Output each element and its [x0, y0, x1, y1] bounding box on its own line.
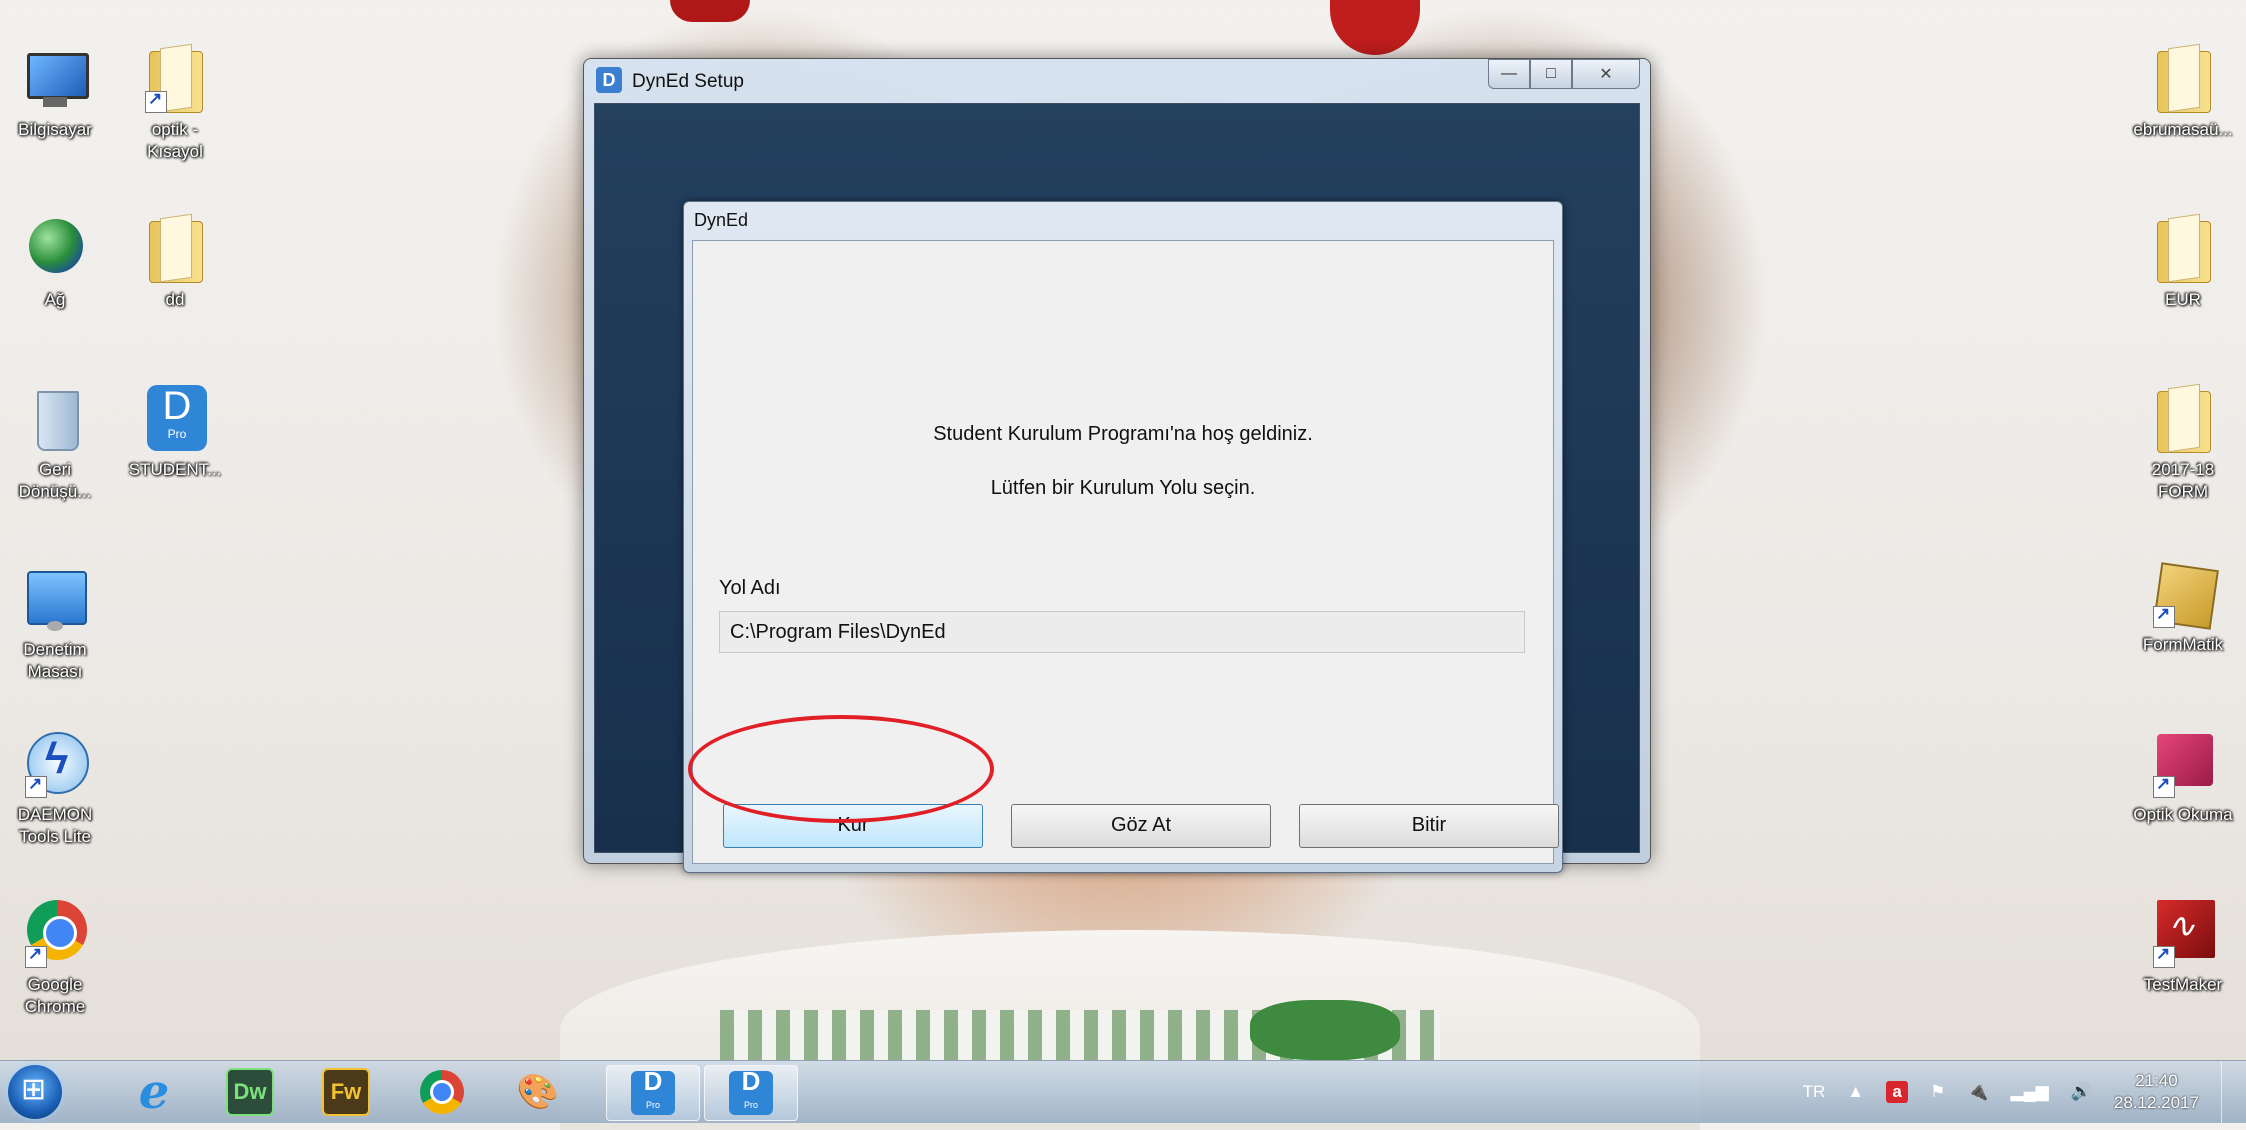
- desktop-icon-label: DAEMON Tools Lite: [17, 805, 93, 846]
- desktop-icon-label: Google Chrome: [24, 975, 86, 1016]
- power-plug-icon[interactable]: 🔌: [1967, 1082, 1988, 1102]
- desktop-icon-testmaker[interactable]: ∿ TestMaker: [2120, 900, 2246, 996]
- desktop-icon-label: Bilgisayar: [18, 120, 92, 139]
- desktop-icon-optik-shortcut[interactable]: optik - Kısayol: [120, 45, 230, 163]
- desktop-icon-control-panel[interactable]: Denetim Masası: [0, 565, 110, 683]
- dyned-letter: D: [162, 384, 192, 428]
- red-highlight-circle: [688, 715, 994, 823]
- testmaker-icon: ∿: [2149, 900, 2217, 968]
- desktop-icon-label: 2017-18 FORM: [2151, 460, 2215, 501]
- taskbar-fireworks[interactable]: Fw: [300, 1065, 392, 1119]
- instruction-text: Lütfen bir Kurulum Yolu seçin.: [990, 477, 1256, 499]
- desktop-icon-label: Optik Okuma: [2133, 805, 2233, 824]
- desktop-icon-label: Ağ: [44, 290, 66, 309]
- window-controls: — □ ✕: [1488, 59, 1640, 89]
- desktop-icon-eur[interactable]: EUR: [2120, 215, 2246, 311]
- shortcut-arrow-icon: [2153, 604, 2175, 628]
- start-button[interactable]: [8, 1065, 62, 1119]
- flag-action-center-icon[interactable]: ⚑: [1930, 1082, 1945, 1102]
- desktop-icon-label: Denetim Masası: [23, 640, 87, 681]
- desktop-icon-chrome[interactable]: Google Chrome: [0, 900, 110, 1018]
- desktop-icon-label: TestMaker: [2143, 975, 2223, 994]
- control-panel-icon: [21, 565, 89, 633]
- shortcut-arrow-icon: [2153, 774, 2175, 798]
- desktop-icon-label: Geri Dönüşü...: [18, 460, 92, 501]
- wallpaper-hairclip: [670, 0, 750, 22]
- taskbar-dreamweaver[interactable]: Dw: [204, 1065, 296, 1119]
- pro-badge: Pro: [167, 427, 187, 441]
- browse-button[interactable]: Göz At: [1011, 804, 1271, 848]
- desktop-icon-network[interactable]: Ağ: [0, 215, 110, 311]
- dyned-pro-icon: D Pro: [141, 385, 209, 453]
- desktop-icon-2017-18-form[interactable]: 2017-18 FORM: [2120, 385, 2246, 503]
- maximize-button[interactable]: □: [1530, 59, 1572, 89]
- network-globe-icon: [21, 215, 89, 283]
- desktop-icon-daemon-tools[interactable]: ϟ DAEMON Tools Lite: [0, 730, 110, 848]
- daemon-lightning-icon: ϟ: [21, 730, 89, 798]
- desktop-icon-optik-okuma[interactable]: Optik Okuma: [2120, 730, 2246, 826]
- desktop-icon-label: EUR: [2165, 290, 2201, 309]
- avira-icon[interactable]: a: [1886, 1081, 1909, 1103]
- desktop-icon-student-pro[interactable]: D Pro STUDENT...: [120, 385, 230, 481]
- desktop-icon-label: dd: [165, 290, 185, 309]
- path-label: Yol Adı: [719, 577, 781, 599]
- show-desktop-button[interactable]: [2221, 1061, 2236, 1123]
- dyned-pro-icon: D Pro: [729, 1068, 773, 1115]
- taskbar-chrome[interactable]: [396, 1065, 488, 1119]
- folder-icon: [2149, 385, 2217, 453]
- show-hidden-icons-chevron-icon[interactable]: ▲: [1847, 1082, 1864, 1102]
- taskbar-ie[interactable]: e: [108, 1064, 200, 1120]
- taskbar-dyned-pro-2[interactable]: D Pro: [704, 1065, 798, 1121]
- recycle-bin-icon: [21, 385, 89, 453]
- window-title: DynEd Setup: [632, 71, 744, 92]
- chrome-icon: [21, 900, 89, 968]
- dyned-app-icon: D: [596, 67, 622, 93]
- system-tray: TR ▲ a ⚑ 🔌 ▂▄▆ 🔊 21:40 28.12.2017: [1803, 1061, 2236, 1123]
- wallpaper-bow: [1250, 1000, 1400, 1060]
- taskbar: e Dw Fw 🎨 DPro DPro TR ▲ a ⚑ 🔌 ▂▄▆ 🔊 21:…: [0, 1060, 2246, 1123]
- close-button[interactable]: ✕: [1572, 59, 1640, 89]
- dreamweaver-icon: Dw: [226, 1068, 274, 1116]
- wallpaper-hairclip: [1330, 0, 1420, 55]
- desktop-icon-label: STUDENT...: [128, 460, 222, 479]
- desktop-icon-dd-folder[interactable]: dd: [120, 215, 230, 311]
- finish-button[interactable]: Bitir: [1299, 804, 1559, 848]
- desktop-icon-label: FormMatik: [2142, 635, 2224, 654]
- desktop-icon-label: optik - Kısayol: [147, 120, 203, 161]
- folder-icon: [141, 45, 209, 113]
- volume-speaker-icon[interactable]: 🔊: [2071, 1082, 2092, 1102]
- shortcut-arrow-icon: [25, 774, 47, 798]
- minimize-button[interactable]: —: [1488, 59, 1530, 89]
- desktop-icon-computer[interactable]: Bilgisayar: [0, 45, 110, 141]
- folder-icon: [2149, 45, 2217, 113]
- language-indicator[interactable]: TR: [1803, 1082, 1826, 1102]
- clock-date: 28.12.2017: [2113, 1093, 2199, 1112]
- fireworks-icon: Fw: [322, 1068, 370, 1116]
- optik-okuma-icon: [2149, 730, 2217, 798]
- paint-palette-icon: 🎨: [516, 1073, 560, 1111]
- network-signal-icon[interactable]: ▂▄▆: [2011, 1082, 2049, 1102]
- taskbar-paint[interactable]: 🎨: [492, 1065, 584, 1119]
- computer-icon: [21, 45, 89, 113]
- dyned-pro-icon: D Pro: [631, 1068, 675, 1115]
- ie-icon: e: [138, 1064, 170, 1120]
- taskbar-dyned-pro-1[interactable]: D Pro: [606, 1065, 700, 1121]
- formmatik-icon: [2149, 560, 2219, 630]
- clock-time: 21:40: [2135, 1071, 2178, 1090]
- chrome-icon: [420, 1070, 464, 1114]
- shortcut-arrow-icon: [145, 89, 167, 113]
- shortcut-arrow-icon: [25, 944, 47, 968]
- folder-icon: [141, 215, 209, 283]
- shortcut-arrow-icon: [2153, 944, 2175, 968]
- desktop-icon-recycle-bin[interactable]: Geri Dönüşü...: [0, 385, 110, 503]
- desktop-icon-formmatik[interactable]: FormMatik: [2120, 560, 2246, 656]
- desktop-icon-ebrumasau[interactable]: ebrumasaü...: [2120, 45, 2246, 141]
- install-path-input[interactable]: [719, 611, 1525, 653]
- desktop-icon-label: ebrumasaü...: [2133, 120, 2233, 139]
- welcome-text: Student Kurulum Programı'na hoş geldiniz…: [933, 423, 1313, 445]
- dialog-title: DynEd: [694, 210, 749, 230]
- clock[interactable]: 21:40 28.12.2017: [2114, 1070, 2199, 1114]
- folder-icon: [2149, 215, 2217, 283]
